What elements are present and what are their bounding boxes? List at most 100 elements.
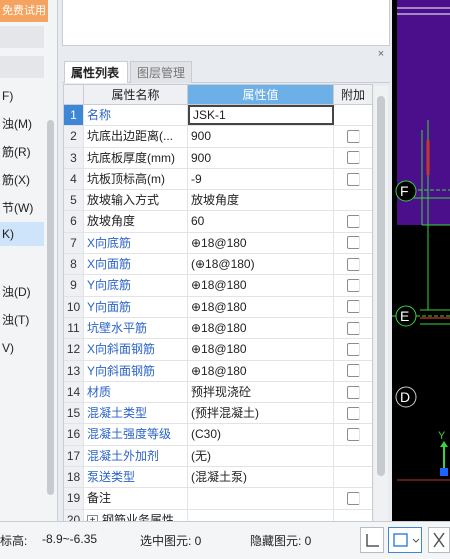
property-value[interactable]: (混凝土泵) <box>188 467 334 488</box>
table-row[interactable]: 1 名称 JSK-1 <box>64 105 372 127</box>
close-icon[interactable]: × <box>376 49 386 60</box>
property-value[interactable]: -9 <box>188 168 334 190</box>
tab-properties[interactable]: 属性列表 <box>64 61 128 83</box>
row-index: 1 <box>64 105 84 126</box>
add-checkbox[interactable] <box>346 215 360 229</box>
property-value[interactable]: ⊕18@180 <box>188 275 334 296</box>
row-index: 5 <box>64 190 84 211</box>
table-row[interactable]: 19 备注 <box>64 488 372 510</box>
table-row[interactable]: 9 Y向底筋 ⊕18@180 <box>64 275 372 297</box>
y-axis-label: Y <box>438 430 446 442</box>
table-row[interactable]: 3 坑底板厚度(mm) 900 <box>64 147 372 169</box>
property-value[interactable] <box>188 488 334 509</box>
property-value[interactable]: 放坡角度 <box>188 190 334 211</box>
upper-panel <box>62 0 449 46</box>
property-value[interactable]: 60 <box>188 211 334 232</box>
add-checkbox[interactable] <box>346 428 360 442</box>
add-checkbox[interactable] <box>346 236 360 250</box>
table-row[interactable]: 18 泵送类型 (混凝土泵) <box>64 467 372 489</box>
add-checkbox[interactable] <box>346 172 360 186</box>
table-row[interactable]: 14 材质 预拌现浇砼 <box>64 381 372 404</box>
property-value[interactable]: (无) <box>188 445 334 467</box>
table-row[interactable]: 10 Y向面筋 ⊕18@180 <box>64 296 372 318</box>
add-checkbox[interactable] <box>346 279 360 293</box>
property-grid: 属性名称 属性值 附加 1 名称 JSK-1 2 坑底出边距离(... 900 3 坑底板厚度… <box>63 84 373 532</box>
property-value[interactable]: 预拌现浇砼 <box>188 381 334 403</box>
table-row[interactable]: 15 混凝土类型 (预拌混凝土) <box>64 403 372 425</box>
add-checkbox[interactable] <box>346 151 360 165</box>
cross-icon <box>433 532 445 548</box>
left-menu-item[interactable]: 浊(T) <box>0 308 44 332</box>
property-value[interactable]: ⊕18@180 <box>188 317 334 339</box>
free-trial-button[interactable]: 免费试用 <box>0 0 48 22</box>
property-name: 材质 <box>84 381 188 403</box>
axis-label-d: D <box>400 389 411 405</box>
table-row[interactable]: 2 坑底出边距离(... 900 <box>64 126 372 148</box>
snap-corner-button[interactable] <box>360 527 384 553</box>
add-checkbox[interactable] <box>346 385 360 399</box>
left-menu-item[interactable]: F) <box>0 84 44 108</box>
table-row[interactable]: 7 X向底筋 ⊕18@180 <box>64 232 372 255</box>
table-row[interactable]: 12 X向斜面钢筋 ⊕18@180 <box>64 339 372 361</box>
property-value[interactable]: ⊕18@180 <box>188 296 334 317</box>
select-box-icon <box>393 533 420 547</box>
left-menu-item[interactable]: V) <box>0 336 44 360</box>
row-index: 14 <box>64 381 84 403</box>
property-value[interactable]: JSK-1 <box>188 105 334 126</box>
property-name: X向斜面钢筋 <box>84 339 188 360</box>
left-menu-item[interactable]: 筋(R) <box>0 140 44 164</box>
axis-label-e: E <box>400 308 410 324</box>
property-value[interactable]: ⊕18@180 <box>188 339 334 360</box>
add-cell <box>334 169 372 189</box>
property-value[interactable]: (C30) <box>188 424 334 445</box>
add-checkbox[interactable] <box>346 300 360 314</box>
add-cell <box>334 190 372 210</box>
select-mode-button[interactable] <box>388 527 422 553</box>
add-cell <box>334 424 372 444</box>
add-checkbox[interactable] <box>346 364 360 378</box>
left-menu-item[interactable]: 浊(D) <box>0 280 44 304</box>
add-checkbox[interactable] <box>346 491 360 505</box>
left-menu-item[interactable]: 节(W) <box>0 196 44 220</box>
table-row[interactable]: 17 混凝土外加剂 (无) <box>64 445 372 468</box>
row-index: 19 <box>64 488 84 509</box>
table-row[interactable]: 6 放坡角度 60 <box>64 211 372 233</box>
table-row[interactable]: 16 混凝土强度等级 (C30) <box>64 424 372 446</box>
left-menu-item[interactable]: 筋(X) <box>0 168 44 192</box>
add-checkbox[interactable] <box>346 321 360 335</box>
left-scrollbar[interactable] <box>47 120 54 495</box>
table-row[interactable]: 5 放坡输入方式 放坡角度 <box>64 190 372 212</box>
left-menu-item[interactable]: K) <box>0 222 44 246</box>
add-checkbox[interactable] <box>346 406 360 420</box>
property-name: X向面筋 <box>84 254 188 275</box>
table-row[interactable]: 13 Y向斜面钢筋 ⊕18@180 <box>64 360 372 382</box>
table-row[interactable]: 8 X向面筋 (⊕18@180) <box>64 254 372 276</box>
add-checkbox[interactable] <box>346 129 360 143</box>
row-index: 11 <box>64 317 84 339</box>
property-name: Y向面筋 <box>84 296 188 317</box>
add-checkbox[interactable] <box>346 257 360 271</box>
tab-layers[interactable]: 图层管理 <box>130 61 192 83</box>
add-cell <box>334 339 372 359</box>
row-index: 15 <box>64 403 84 424</box>
left-menu-item[interactable]: 浊(M) <box>0 112 44 136</box>
table-row[interactable]: 11 坑壁水平筋 ⊕18@180 <box>64 317 372 340</box>
property-value[interactable]: 900 <box>188 126 334 147</box>
grid-scrollbar[interactable] <box>374 86 388 521</box>
add-cell <box>334 318 372 338</box>
property-value[interactable]: 900 <box>188 147 334 168</box>
cross-select-button[interactable] <box>428 527 450 553</box>
elevation-label: 标高: <box>0 534 28 548</box>
property-name: Y向斜面钢筋 <box>84 360 188 381</box>
property-value[interactable]: (⊕18@180) <box>188 254 334 275</box>
property-value[interactable]: ⊕18@180 <box>188 360 334 381</box>
property-value[interactable]: ⊕18@180 <box>188 232 334 254</box>
property-value[interactable]: (预拌混凝土) <box>188 403 334 424</box>
row-index: 2 <box>64 126 84 147</box>
add-cell <box>334 446 372 466</box>
left-band-1 <box>0 26 44 48</box>
table-row[interactable]: 4 坑板顶标高(m) -9 <box>64 168 372 191</box>
drawing-canvas[interactable]: F E D Y <box>392 0 450 521</box>
hidden-count: 隐藏图元: 0 <box>250 534 312 548</box>
add-checkbox[interactable] <box>346 342 360 356</box>
